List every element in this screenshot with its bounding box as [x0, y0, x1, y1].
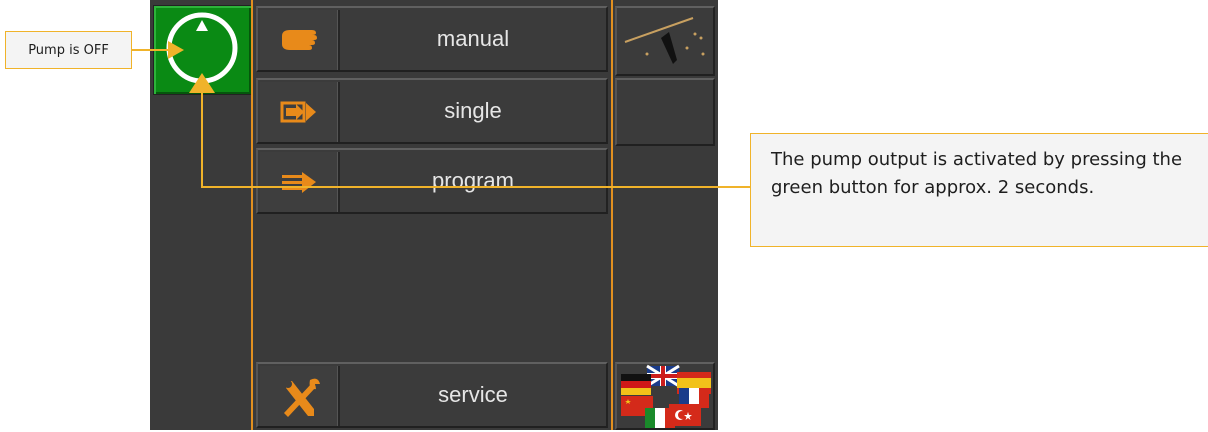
single-arrow-icon: [280, 101, 316, 123]
pump-status-arrow-icon: [168, 41, 184, 59]
program-arrow-icon: [282, 172, 316, 193]
language-flags-icon: [621, 364, 711, 428]
annotation-connector-horizontal: [201, 186, 750, 188]
menu-item-label: service: [438, 382, 508, 407]
wiper-button[interactable]: [615, 6, 715, 76]
menu-icon-cell: [260, 366, 340, 426]
menu-item-label: manual: [436, 26, 510, 51]
pump-status-callout: Pump is OFF: [5, 31, 132, 69]
menu-icon-cell: [260, 152, 340, 212]
menu-icon-cell: [260, 10, 340, 70]
pump-status-label: Pump is OFF: [28, 42, 109, 58]
menu-item-label: single: [444, 98, 502, 123]
tools-icon: [284, 378, 320, 417]
annotation-connector-vertical: [201, 90, 203, 188]
annotation-arrow-icon: [189, 73, 215, 93]
panel-divider-right: [611, 0, 613, 430]
side-empty-button[interactable]: [615, 78, 715, 146]
language-button[interactable]: [615, 362, 715, 430]
menu-item-program[interactable]: program: [256, 148, 608, 214]
menu-icon-cell: [260, 82, 340, 142]
hand-icon: [282, 30, 317, 50]
menu-item-label: program: [432, 168, 514, 193]
wiper-icon: [624, 17, 705, 64]
menu-item-service[interactable]: service: [256, 362, 608, 428]
menu-item-single[interactable]: single: [256, 78, 608, 144]
instruction-text: The pump output is activated by pressing…: [771, 149, 1183, 198]
panel-divider-left: [251, 0, 253, 430]
instruction-callout: The pump output is activated by pressing…: [750, 133, 1208, 247]
menu-item-manual[interactable]: manual: [256, 6, 608, 72]
